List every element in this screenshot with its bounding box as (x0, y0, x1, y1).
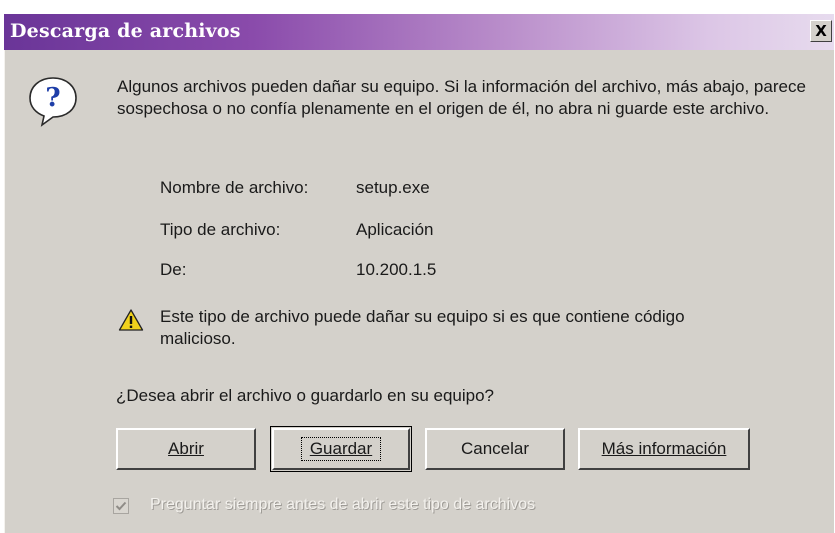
more-info-button[interactable]: Más información (578, 428, 750, 470)
title-bar[interactable]: Descarga de archivos X (4, 14, 834, 50)
file-name-label: Nombre de archivo: (160, 178, 309, 197)
question-icon: ? (29, 77, 77, 127)
warning-icon (118, 309, 144, 331)
save-button-label: Guardar (300, 437, 382, 461)
file-type-label: Tipo de archivo: (160, 220, 281, 239)
file-from-label: De: (160, 260, 187, 279)
cancel-button[interactable]: Cancelar (425, 428, 565, 470)
close-icon: X (815, 21, 827, 40)
message-text: Algunos archivos pueden dañar su equipo.… (117, 77, 806, 118)
svg-text:?: ? (45, 83, 60, 113)
window-title: Descarga de archivos (10, 20, 241, 42)
cancel-button-label: Cancelar (460, 439, 530, 458)
file-from-value: 10.200.1.5 (356, 260, 437, 279)
open-button-label: Abrir (168, 439, 204, 458)
always-ask-checkbox[interactable] (113, 498, 129, 514)
warning-text: Este tipo de archivo puede dañar su equi… (160, 307, 685, 348)
file-type-value: Aplicación (356, 220, 434, 239)
open-button[interactable]: Abrir (116, 428, 256, 470)
always-ask-label: Preguntar siempre antes de abrir este ti… (150, 496, 536, 513)
file-name-value: setup.exe (356, 178, 430, 197)
checkmark-icon (115, 501, 127, 511)
question-text: ¿Desea abrir el archivo o guardarlo en s… (116, 386, 495, 405)
save-button[interactable]: Guardar (270, 426, 412, 472)
more-info-button-label: Más información (601, 439, 727, 458)
close-button[interactable]: X (810, 20, 832, 42)
